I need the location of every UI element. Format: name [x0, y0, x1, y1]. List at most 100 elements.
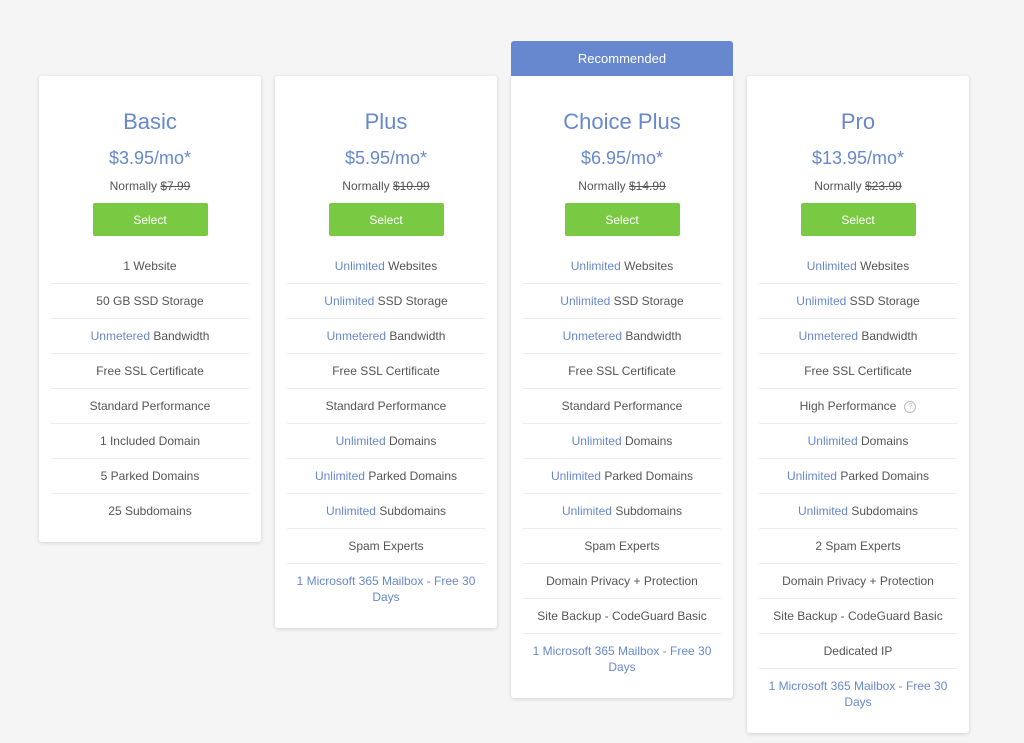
feature-item: 1 Microsoft 365 Mailbox - Free 30 Days [759, 668, 957, 719]
normal-price-line: Normally $23.99 [747, 179, 969, 194]
feature-item: Unlimited SSD Storage [759, 283, 957, 318]
feature-item: 50 GB SSD Storage [51, 283, 249, 318]
feature-text: Domains [385, 434, 437, 448]
feature-text: Standard Performance [325, 399, 447, 413]
normally-label: Normally [814, 179, 862, 193]
feature-item: 25 Subdomains [51, 493, 249, 528]
feature-item: Unmetered Bandwidth [51, 318, 249, 353]
feature-text: Subdomains [611, 504, 683, 518]
feature-text: Websites [856, 259, 910, 273]
feature-text: Subdomains [375, 504, 447, 518]
plan-price: $13.95/mo* [811, 148, 905, 168]
normal-price: $10.99 [392, 179, 430, 193]
mailbox-offer-link[interactable]: 1 Microsoft 365 Mailbox - Free 30 Days [533, 644, 712, 674]
feature-item: Spam Experts [523, 528, 721, 563]
feature-item: 2 Spam Experts [759, 528, 957, 563]
feature-item: Domain Privacy + Protection [759, 563, 957, 598]
normal-price-line: Normally $7.99 [39, 179, 261, 194]
normally-label: Normally [342, 179, 390, 193]
feature-text: Bandwidth [858, 329, 918, 343]
feature-highlight: Unlimited [570, 259, 621, 273]
normal-price: $23.99 [864, 179, 902, 193]
feature-highlight: Unlimited [560, 294, 611, 308]
feature-text: 1 Included Domain [99, 434, 201, 448]
normally-label: Normally [578, 179, 626, 193]
feature-highlight: Unlimited [561, 504, 612, 518]
feature-item: Standard Performance [287, 388, 485, 423]
feature-text: SSD Storage [846, 294, 920, 308]
select-button[interactable]: Select [800, 203, 916, 236]
select-button[interactable]: Select [564, 203, 680, 236]
select-button[interactable]: Select [328, 203, 444, 236]
feature-item: 1 Website [51, 249, 249, 283]
plan-price: $6.95/mo* [580, 148, 664, 168]
feature-highlight: Unlimited [786, 469, 837, 483]
feature-highlight: Unmetered [798, 329, 858, 343]
feature-text: Domain Privacy + Protection [782, 574, 934, 588]
normal-price-line: Normally $10.99 [275, 179, 497, 194]
plan-price: $3.95/mo* [108, 148, 192, 168]
normally-label: Normally [109, 179, 157, 193]
feature-text: Bandwidth [386, 329, 446, 343]
feature-item: Unmetered Bandwidth [759, 318, 957, 353]
feature-item: Free SSL Certificate [51, 353, 249, 388]
feature-item: Unmetered Bandwidth [287, 318, 485, 353]
feature-item: Standard Performance [523, 388, 721, 423]
feature-item: Spam Experts [287, 528, 485, 563]
feature-item: Free SSL Certificate [287, 353, 485, 388]
feature-highlight: Unlimited [324, 294, 375, 308]
plan-card-basic: Basic $3.95/mo* Normally $7.99 Select 1 … [39, 76, 261, 542]
feature-text: Free SSL Certificate [332, 364, 440, 378]
feature-list: 1 Website 50 GB SSD Storage Unmetered Band… [51, 249, 249, 528]
feature-text: Subdomains [847, 504, 919, 518]
feature-item: Site Backup - CodeGuard Basic [523, 598, 721, 633]
feature-highlight: Unmetered [326, 329, 386, 343]
feature-text: Domains [857, 434, 909, 448]
feature-item: Unlimited SSD Storage [287, 283, 485, 318]
feature-item: Standard Performance [51, 388, 249, 423]
feature-item: Unlimited Domains [759, 423, 957, 458]
feature-list: Unlimited Websites Unlimited SSD Storage U… [759, 249, 957, 719]
feature-highlight: Unmetered [90, 329, 150, 343]
feature-item: Unlimited Subdomains [287, 493, 485, 528]
normal-price: $7.99 [160, 179, 191, 193]
feature-text: Free SSL Certificate [568, 364, 676, 378]
feature-text: 25 Subdomains [108, 504, 192, 518]
feature-item: Unlimited Subdomains [523, 493, 721, 528]
feature-list: Unlimited Websites Unlimited SSD Storage U… [523, 249, 721, 684]
plan-card-pro: Pro $13.95/mo* Normally $23.99 Select Un… [747, 76, 969, 733]
feature-text: Domain Privacy + Protection [546, 574, 698, 588]
feature-item: Unlimited Websites [523, 249, 721, 283]
mailbox-offer-link[interactable]: 1 Microsoft 365 Mailbox - Free 30 Days [769, 679, 948, 709]
feature-text: SSD Storage [610, 294, 684, 308]
feature-highlight: Unlimited [807, 434, 858, 448]
feature-text: Bandwidth [150, 329, 210, 343]
select-button[interactable]: Select [92, 203, 208, 236]
feature-text: Standard Performance [89, 399, 211, 413]
feature-item: Free SSL Certificate [523, 353, 721, 388]
plan-name: Basic [123, 109, 177, 134]
feature-text: Bandwidth [622, 329, 682, 343]
feature-text: Site Backup - CodeGuard Basic [537, 609, 707, 623]
normal-price-line: Normally $14.99 [511, 179, 733, 194]
feature-text: Free SSL Certificate [804, 364, 912, 378]
recommended-banner: Recommended [511, 41, 733, 76]
feature-item: Unlimited Parked Domains [287, 458, 485, 493]
feature-item: 5 Parked Domains [51, 458, 249, 493]
feature-item: 1 Included Domain [51, 423, 249, 458]
plan-card-choice-plus: Recommended Choice Plus $6.95/mo* Normal… [511, 41, 733, 698]
help-icon[interactable]: ? [904, 400, 917, 413]
feature-text: Parked Domains [836, 469, 930, 483]
feature-item: 1 Microsoft 365 Mailbox - Free 30 Days [287, 563, 485, 614]
feature-highlight: Unlimited [797, 504, 848, 518]
feature-item: Unlimited Subdomains [759, 493, 957, 528]
feature-highlight: Unlimited [550, 469, 601, 483]
plan-card-plus: Plus $5.95/mo* Normally $10.99 Select Un… [275, 76, 497, 628]
feature-text: Parked Domains [600, 469, 694, 483]
feature-text: 1 Website [123, 259, 177, 273]
mailbox-offer-link[interactable]: 1 Microsoft 365 Mailbox - Free 30 Days [297, 574, 476, 604]
feature-text: 50 GB SSD Storage [96, 294, 204, 308]
feature-highlight: Unlimited [806, 259, 857, 273]
feature-text: 2 Spam Experts [815, 539, 901, 553]
feature-text: Site Backup - CodeGuard Basic [773, 609, 943, 623]
